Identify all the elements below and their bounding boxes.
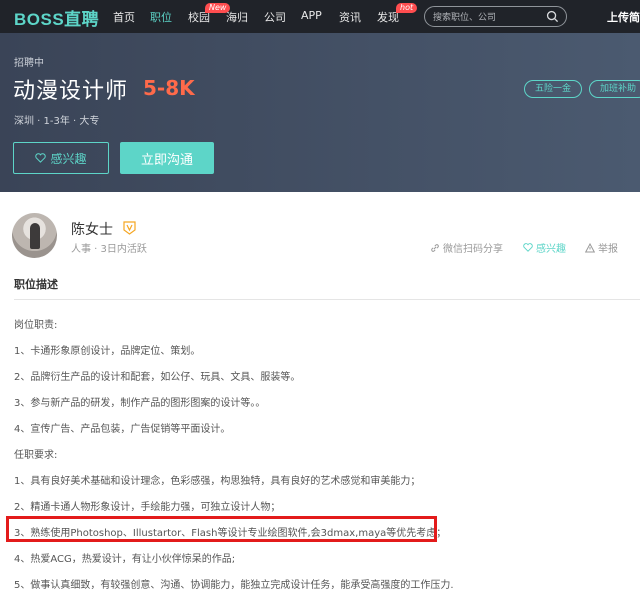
welfare-tag: 加班补助	[589, 80, 640, 98]
share-label: 微信扫码分享	[443, 244, 503, 255]
heart-icon	[35, 153, 47, 163]
nav-news[interactable]: 资讯	[339, 9, 361, 25]
share-wechat-link[interactable]: 微信扫码分享	[430, 240, 503, 255]
report-link[interactable]: 举报	[585, 240, 618, 255]
search-input[interactable]: 搜索职位、公司	[424, 6, 567, 27]
description-line: 2、品牌衍生产品的设计和配套，如公仔、玩具、文具、服装等。	[14, 372, 301, 383]
description-line: 1、卡通形象原创设计，品牌定位、策划。	[14, 346, 201, 357]
description-line: 岗位职责:	[14, 320, 58, 331]
description-line: 3、参与新产品的研发，制作产品的图形图案的设计等。。	[14, 398, 266, 409]
nav-app[interactable]: APP	[301, 9, 322, 22]
interest-button[interactable]: 感兴趣	[13, 142, 109, 174]
hot-badge: hot	[396, 3, 418, 13]
description-line: 2、精通卡通人物形象设计，手绘能力强，可独立设计人物；	[14, 502, 281, 513]
verified-badge-icon	[123, 221, 136, 235]
link-icon	[431, 243, 439, 252]
heart-icon	[523, 243, 533, 252]
job-title: 动漫设计师	[13, 79, 129, 104]
recruiter-interest-label: 感兴趣	[536, 244, 566, 255]
divider	[14, 299, 640, 300]
job-header: 招聘中 动漫设计师 5-8K 深圳 · 1-3年 · 大专 五险一金 加班补助 …	[0, 33, 640, 192]
job-status: 招聘中	[14, 58, 44, 69]
top-nav: BOSS直聘 首页 职位 校园 New 海归 公司 APP 资讯 发现 hot …	[0, 0, 640, 33]
nav-company[interactable]: 公司	[264, 9, 286, 25]
chat-now-label: 立即沟通	[140, 152, 193, 168]
report-label: 举报	[598, 244, 618, 255]
warning-icon	[585, 242, 595, 252]
avatar	[12, 213, 57, 258]
search-placeholder: 搜索职位、公司	[433, 13, 497, 23]
recruiter-title: 人事 · 3日内活跃	[71, 244, 147, 255]
highlight-box	[6, 516, 437, 542]
description-line: 任职要求:	[14, 450, 58, 461]
section-title-description: 职位描述	[14, 278, 58, 291]
description-line: 1、具有良好美术基础和设计理念，色彩感强，构思独特，具有良好的艺术感觉和审美能力…	[14, 476, 421, 487]
boss-logo[interactable]: BOSS直聘	[14, 5, 99, 30]
interest-button-label: 感兴趣	[50, 151, 87, 166]
recruiter-name: 陈女士	[71, 222, 113, 238]
upload-resume-link[interactable]: 上传简	[607, 9, 640, 25]
description-line: 4、宣传广告、产品包装，广告促销等平面设计。	[14, 424, 231, 435]
nav-jobs[interactable]: 职位	[150, 9, 172, 25]
nav-home[interactable]: 首页	[113, 9, 135, 25]
chat-now-button[interactable]: 立即沟通	[120, 142, 214, 174]
salary: 5-8K	[143, 76, 195, 100]
search-icon[interactable]	[546, 10, 559, 23]
recruiter-interest-link[interactable]: 感兴趣	[523, 240, 566, 255]
job-meta: 深圳 · 1-3年 · 大专	[14, 116, 100, 127]
nav-overseas[interactable]: 海归	[226, 9, 248, 25]
description-line: 4、热爱ACG，热爱设计，有让小伙伴惊呆的作品;	[14, 554, 236, 565]
description-line: 5、做事认真细致，有较强创意、沟通、协调能力，能独立完成设计任务，能承受高强度的…	[14, 580, 454, 591]
welfare-tag: 五险一金	[524, 80, 583, 98]
